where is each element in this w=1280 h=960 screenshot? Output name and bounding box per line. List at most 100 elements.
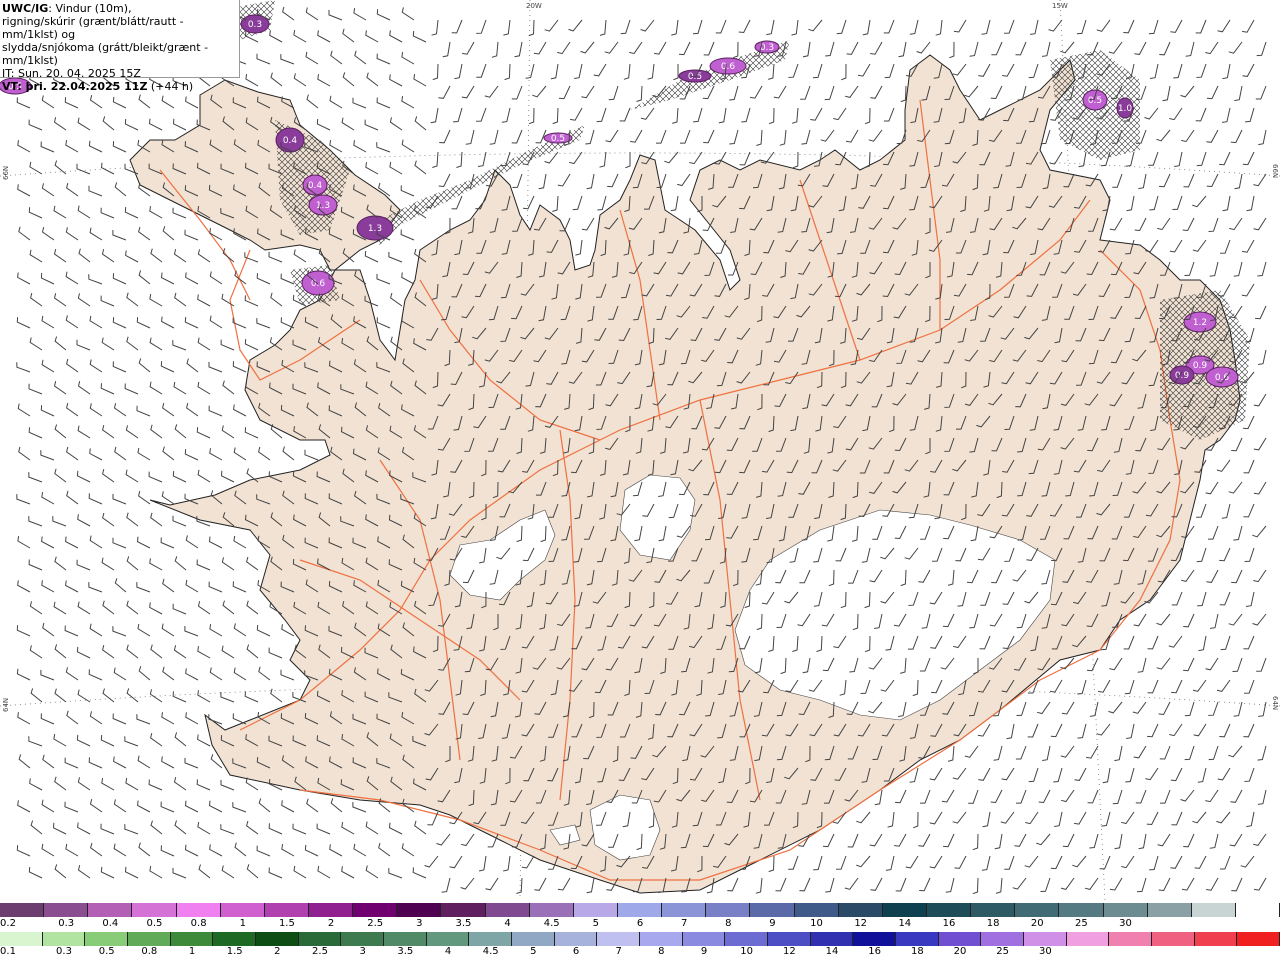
colorbar-swatch — [838, 903, 883, 917]
colorbar-tick-label: 30 — [1119, 918, 1132, 929]
colorbar-tick-label: 18 — [986, 918, 1000, 929]
precip-cell-label: 0.6 — [721, 62, 736, 72]
colorbar-tick-label: 3 — [359, 946, 366, 957]
colorbar-swatch — [1015, 903, 1060, 917]
colorbar-tick-label: 0.5 — [146, 918, 163, 929]
colorbar-tick-label: 0.3 — [56, 946, 72, 957]
colorbar-swatch — [725, 932, 769, 946]
colorbar-swatch — [220, 903, 265, 917]
grid-label-66n-left: 66N — [2, 166, 10, 180]
colorbar-swatch — [170, 932, 214, 946]
colorbar-tick-label: 2 — [327, 918, 335, 929]
colorbar-swatch — [882, 903, 927, 917]
colorbar-swatch — [1103, 903, 1148, 917]
colorbar-tick-label: 4 — [504, 918, 511, 929]
precip-cell-label: 0.4 — [283, 136, 298, 146]
iceland-weather-map: 0.30.50.60.50.30.50.40.41.31.30.60.51.01… — [0, 0, 1280, 900]
colorbar-tick-label: 1 — [239, 918, 246, 929]
info-line1: : Vindur (10m), — [48, 2, 132, 15]
colorbar-swatch — [1194, 932, 1238, 946]
colorbar-tick-label: 30 — [1038, 946, 1052, 957]
colorbar-swatch — [853, 932, 897, 946]
colorbar-tick-label: 4 — [444, 946, 452, 957]
colorbar-rain — [0, 932, 1280, 946]
colorbar-tick-label: 1.5 — [278, 918, 295, 929]
colorbar-tick-label: 9 — [769, 918, 776, 929]
colorbar-tick-label: 25 — [996, 946, 1010, 957]
colorbar-tick-label: 10 — [810, 918, 823, 929]
colorbar-swatch — [85, 932, 129, 946]
grid-label-64n-right: 64N — [1271, 696, 1279, 710]
initial-time: IT: Sun. 20. 04. 2025 15Z — [2, 67, 141, 80]
colorbar-tick-label: 0.4 — [102, 918, 119, 929]
colorbar-swatch — [640, 932, 683, 946]
colorbar-swatch — [0, 903, 45, 917]
colorbar-tick-label: 3.5 — [397, 946, 414, 957]
colorbar-tick-label: 14 — [898, 918, 912, 929]
colorbar-tick-label: 8 — [725, 918, 732, 929]
colorbar-swatch — [1152, 932, 1195, 946]
colorbar-tick-label: 0.1 — [0, 946, 16, 957]
colorbar-tick-label: 20 — [1030, 918, 1044, 929]
colorbar-swatch — [750, 903, 795, 917]
colorbar-swatch — [256, 932, 299, 946]
colorbar-swatch — [554, 932, 598, 946]
colorbar-tick-label: 6 — [636, 918, 644, 929]
colorbar-tick-label: 10 — [740, 946, 754, 957]
colorbar-swatch — [1066, 932, 1110, 946]
colorbar-swatch — [88, 903, 133, 917]
colorbar-tick-label: 18 — [910, 946, 924, 957]
precip-cell-label: 1.2 — [1193, 318, 1207, 328]
precip-cell-label: 1.3 — [368, 224, 382, 234]
info-line2: rigning/skúrir (grænt/blátt/rautt - mm/1… — [2, 15, 184, 41]
colorbar-swatch — [1191, 903, 1236, 917]
colorbar-rain-ticks: 0.1 0.3 0.5 0.8 1 1.5 2 2.5 3 3.5 4 4.5 5 6 7 8 9 10 12 14 1… — [0, 946, 1280, 960]
colorbar-swatch — [1109, 932, 1153, 946]
colorbar-tick-label: 4.5 — [543, 918, 560, 929]
colorbar-tick-label: 16 — [868, 946, 882, 957]
colorbar-swatch — [810, 932, 854, 946]
colorbar-swatch — [308, 903, 354, 917]
precip-cell-label: 1.0 — [1118, 104, 1133, 114]
colorbar-swatch — [264, 903, 309, 917]
colorbar-tick-label: 1 — [188, 946, 196, 957]
colorbar-swatch — [176, 903, 221, 917]
colorbar-swatch — [397, 903, 442, 917]
colorbar-tick-label: 7 — [680, 918, 688, 929]
colorbar-swatch — [617, 903, 663, 917]
colorbar-tick-label: 5 — [530, 946, 537, 957]
model-name: UWC/IG — [2, 2, 49, 15]
colorbar-swatch — [353, 903, 398, 917]
colorbar-tick-label: 16 — [942, 918, 956, 929]
colorbar-tick-label: 20 — [953, 946, 967, 957]
grid-label-66n-right: 66N — [1271, 164, 1279, 178]
colorbar-swatch — [441, 903, 486, 917]
precip-cell-label: 0.5 — [551, 134, 565, 144]
colorbar-tick-label: 14 — [825, 946, 839, 957]
colorbar-swatch — [469, 932, 513, 946]
precip-cell-label: 1.3 — [316, 201, 330, 211]
colorbar-tick-label: 12 — [782, 946, 796, 957]
colorbar-swatch — [768, 932, 811, 946]
colorbar-tick-label: 2.5 — [312, 946, 328, 957]
colorbar-tick-label: 9 — [700, 946, 708, 957]
precip-cell-label: 0.3 — [248, 20, 262, 30]
colorbar-swatch — [938, 932, 982, 946]
colorbar-swatch — [384, 932, 427, 946]
colorbar-tick-label: 5 — [592, 918, 600, 929]
colorbar-tick-label: 12 — [854, 918, 868, 929]
colorbar-swatch — [682, 932, 726, 946]
colorbar-snow-ticks: 0.2 0.3 0.4 0.5 0.8 1 1.5 2 2.5 3 3.5 4 4.5 5 6 7 8 9 10 12… — [0, 918, 1280, 932]
colorbar-swatch — [1235, 903, 1280, 917]
colorbar-swatch — [512, 932, 555, 946]
colorbar-tick-label: 2 — [274, 946, 281, 957]
colorbar-tick-label: 8 — [658, 946, 665, 957]
colorbar-tick-label: 1.5 — [226, 946, 243, 957]
colorbar-swatch — [896, 932, 939, 946]
map-info-box: UWC/IG: Vindur (10m), rigning/skúrir (gr… — [0, 0, 240, 93]
colorbar-swatch — [1237, 932, 1280, 946]
colorbar-tick-label: 0.2 — [0, 918, 16, 929]
precip-cell-label: 0.3 — [760, 43, 774, 53]
grid-label-15w: 15W — [1052, 2, 1068, 10]
colorbar-swatch — [213, 932, 257, 946]
